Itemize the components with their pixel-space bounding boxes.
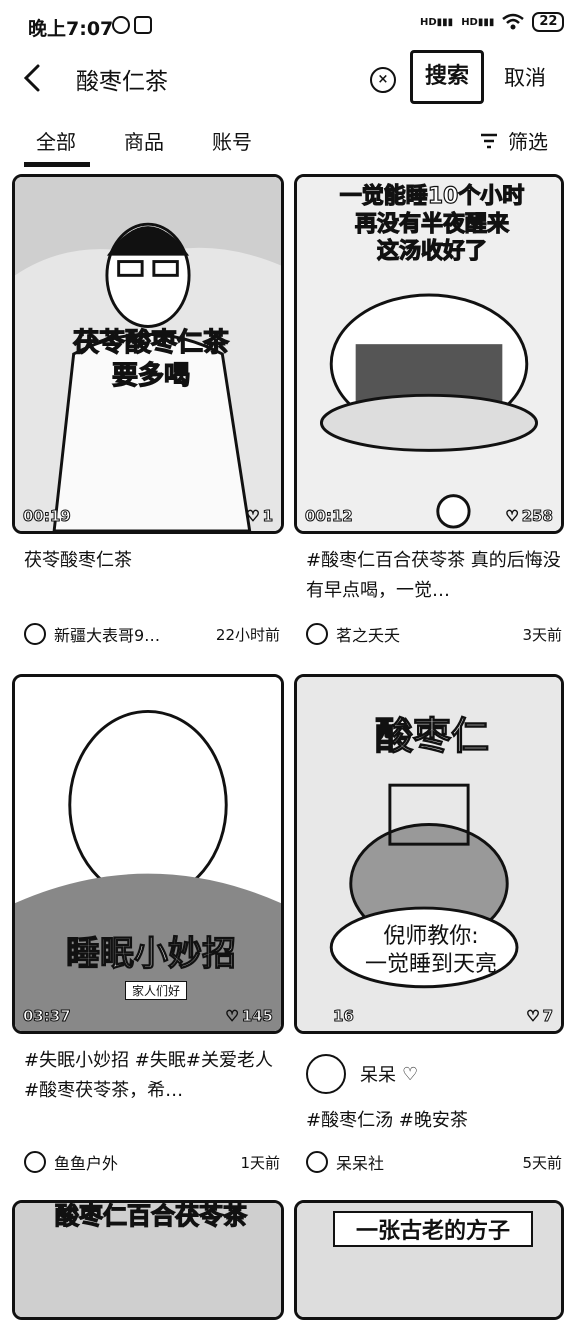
author-row[interactable]: 新疆大表哥9… 22小时前 [24,622,280,646]
cancel-button[interactable]: 取消 [504,62,546,92]
signal-icon: HD▮▮▮ [420,16,454,28]
post-time: 22小时前 [215,625,280,644]
live-row[interactable]: 呆呆 ♡ [306,1054,562,1094]
filter-label: 筛选 [508,130,548,154]
card-title[interactable]: 茯苓酸枣仁茶 [24,546,280,576]
tab-accounts[interactable]: 账号 [212,126,252,155]
app-notification-icon [134,16,152,34]
signal-icon-2: HD▮▮▮ [461,16,495,28]
wifi-icon [502,13,525,30]
author-name: 茗之夭夭 [336,626,401,645]
live-name: 呆呆 [360,1065,396,1086]
video-card-5[interactable]: 酸枣仁百合茯苓茶 [12,1200,284,1320]
author-row[interactable]: 鱼鱼户外 1天前 [24,1150,280,1174]
tab-products[interactable]: 商品 [124,126,164,155]
avatar [24,623,46,645]
like-count: ♡ 1 [246,507,274,526]
heart-icon: ♡ [225,1007,239,1026]
video-duration: 03:37 [23,1007,72,1026]
chevron-left-icon [23,64,40,92]
video-card-3[interactable]: 睡眠小妙招 家人们好 03:37 ♡ 145 [12,674,284,1034]
post-time: 5天前 [522,1153,562,1172]
author-row[interactable]: 茗之夭夭 3天前 [306,622,562,646]
card-title[interactable]: #失眠小妙招 #失眠#关爱老人#酸枣茯苓茶，希… [24,1046,280,1106]
thumbnail-caption: 睡眠小妙招 [65,933,236,974]
author-name: 呆呆社 [336,1154,385,1173]
heart-icon: ♡ [526,1007,540,1026]
author-row[interactable]: 呆呆社 5天前 [306,1150,562,1174]
tab-all[interactable]: 全部 [36,126,76,155]
heart-icon: ♡ [505,507,519,526]
thumbnail-caption: 酸枣仁百合茯苓茶 [54,1202,247,1231]
thumbnail-caption: 茯苓酸枣仁茶 要多喝 [72,327,229,391]
avatar [306,1151,328,1173]
video-thumbnail [15,677,281,1031]
thumbnail-caption: 一张古老的方子 [333,1211,533,1247]
like-count: ♡ 7 [526,1007,554,1026]
status-time: 晚上7:07 [28,18,114,40]
heart-icon: ♡ [246,507,260,526]
avatar [306,1054,346,1094]
search-button[interactable]: 搜索 [410,50,484,104]
video-card-4[interactable]: 酸枣仁 倪师教你: 一觉睡到天亮 16 ♡ 7 [294,674,564,1034]
filter-icon [481,133,497,148]
card-title[interactable]: #酸枣仁汤 #晚安茶 [306,1106,562,1136]
avatar [306,623,328,645]
battery-icon: 22 [532,12,565,32]
filter-button[interactable]: 筛选 [480,126,548,155]
alarm-icon [112,16,130,34]
heart-icon: ♡ [402,1063,419,1085]
like-count: ♡ 145 [225,1007,274,1026]
post-time: 1天前 [240,1153,280,1172]
like-count: ♡ 258 [505,507,554,526]
card-title[interactable]: #酸枣仁百合茯苓茶 真的后悔没有早点喝，一觉… [306,546,562,606]
thumbnail-subcaption: 倪师教你: 一觉睡到天亮 [364,924,497,977]
avatar [24,1151,46,1173]
thumbnail-caption: 酸枣仁 [374,713,489,758]
video-duration: 16 [333,1007,355,1026]
author-name: 鱼鱼户外 [54,1154,119,1173]
video-duration: 00:19 [23,507,72,526]
video-duration: 00:12 [305,507,354,526]
status-icons: HD▮▮▮ HD▮▮▮ 22 [420,12,565,32]
active-tab-indicator [24,162,90,167]
thumbnail-subcaption: 家人们好 [125,981,188,1000]
author-name: 新疆大表哥9… [54,626,161,645]
search-input[interactable]: 酸枣仁茶 [76,62,168,96]
thumbnail-caption: 一觉能睡10个小时 再没有半夜醒来 这汤收好了 [339,183,525,264]
post-time: 3天前 [522,625,562,644]
video-card-1[interactable]: 茯苓酸枣仁茶 要多喝 00:19 ♡ 1 [12,174,284,534]
video-card-2[interactable]: 一觉能睡10个小时 再没有半夜醒来 这汤收好了 00:12 ♡ 258 [294,174,564,534]
video-card-6[interactable]: 一张古老的方子 [294,1200,564,1320]
status-bar: 晚上7:07 HD▮▮▮ HD▮▮▮ 22 [0,0,576,52]
clear-icon[interactable]: × [370,67,396,93]
back-button[interactable] [14,58,50,98]
